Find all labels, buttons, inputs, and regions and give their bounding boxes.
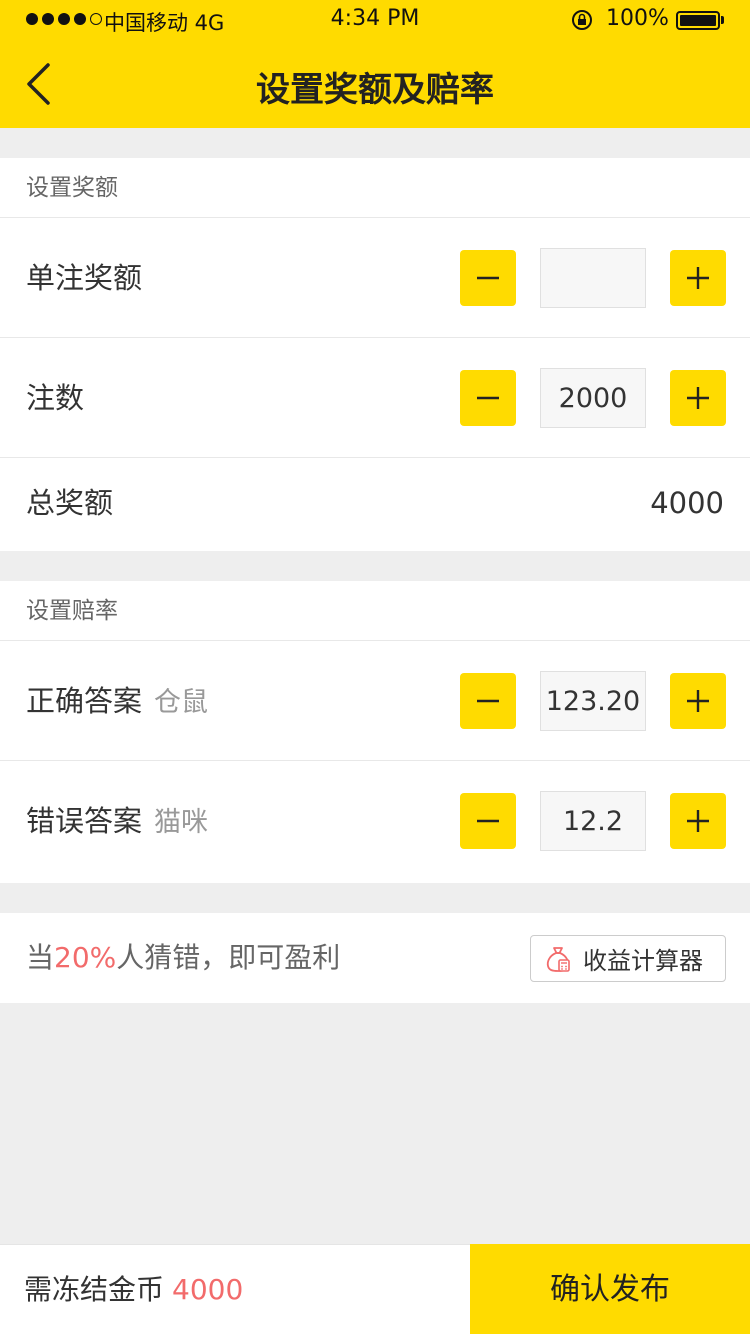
correct-odds-input[interactable] [540, 671, 646, 731]
correct-answer-hint: 仓鼠 [154, 687, 209, 718]
wrong-answer-label: 错误答案 [26, 804, 143, 838]
wrong-answer-hint: 猫咪 [154, 807, 209, 838]
bet-count-label: 注数 [26, 381, 85, 415]
plus-icon [687, 810, 709, 832]
battery-icon [676, 11, 720, 30]
battery-percentage: 100% [606, 6, 669, 31]
minus-icon [477, 396, 499, 400]
correct-answer-label-group: 正确答案 仓鼠 [26, 641, 208, 761]
section-title-prize: 设置奖额 [0, 158, 750, 218]
profit-percent: 20% [54, 941, 117, 974]
bet-count-input[interactable] [540, 368, 646, 428]
correct-answer-row: 正确答案 仓鼠 [0, 641, 750, 761]
wrong-odds-plus-button[interactable] [670, 793, 726, 849]
profit-row: 当20%人猜错，即可盈利 收益计算器 [0, 913, 750, 1003]
page-title: 设置奖额及赔率 [256, 70, 494, 110]
single-bet-minus-button[interactable] [460, 250, 516, 306]
plus-icon [687, 267, 709, 289]
money-bag-icon [546, 946, 570, 972]
minus-icon [477, 819, 499, 823]
profit-prefix: 当 [26, 941, 55, 974]
minus-icon [477, 699, 499, 703]
freeze-coins-label: 需冻结金币 [24, 1273, 165, 1306]
profit-calculator-button[interactable]: 收益计算器 [530, 935, 726, 982]
rotation-lock-icon [572, 10, 592, 30]
odds-section: 设置赔率 正确答案仓鼠 错误答案猫咪 [0, 581, 750, 883]
correct-odds-minus-button[interactable] [460, 673, 516, 729]
profit-calculator-label: 收益计算器 [583, 947, 703, 975]
bet-count-minus-button[interactable] [460, 370, 516, 426]
single-bet-label: 单注奖额 [26, 261, 143, 295]
battery-tip [721, 16, 724, 24]
single-bet-plus-button[interactable] [670, 250, 726, 306]
top-bar: 中国移动 4G 4:34 PM 100% 设置奖额及赔率 [0, 0, 750, 128]
profit-suffix: 人猜错，即可盈利 [116, 941, 341, 974]
profit-text: 当20%人猜错，即可盈利 [26, 913, 340, 1003]
wrong-answer-label-group: 错误答案 猫咪 [26, 761, 208, 881]
total-prize-label: 总奖额 [26, 486, 114, 520]
confirm-publish-button[interactable]: 确认发布 [470, 1244, 750, 1334]
status-bar: 中国移动 4G 4:34 PM 100% [0, 0, 750, 40]
correct-answer-label: 正确答案 [26, 684, 143, 718]
plus-icon [687, 387, 709, 409]
bet-count-row: 注数 [0, 338, 750, 458]
minus-icon [477, 276, 499, 280]
freeze-coins-amount: 4000 [172, 1273, 244, 1306]
plus-icon [687, 690, 709, 712]
wrong-odds-minus-button[interactable] [460, 793, 516, 849]
bet-count-plus-button[interactable] [670, 370, 726, 426]
total-prize-value: 4000 [650, 486, 724, 520]
prize-section: 设置奖额 单注奖额 注数 总奖额 4000 [0, 158, 750, 551]
section-title-odds: 设置赔率 [0, 581, 750, 641]
single-bet-input[interactable] [540, 248, 646, 308]
freeze-coins: 需冻结金币 4000 [24, 1245, 243, 1334]
wrong-odds-input[interactable] [540, 791, 646, 851]
total-prize-row: 总奖额 4000 [0, 458, 750, 548]
wrong-answer-row: 错误答案 猫咪 [0, 761, 750, 881]
correct-odds-plus-button[interactable] [670, 673, 726, 729]
bottom-bar: 需冻结金币 4000 确认发布 [0, 1244, 750, 1334]
single-bet-row: 单注奖额 [0, 218, 750, 338]
